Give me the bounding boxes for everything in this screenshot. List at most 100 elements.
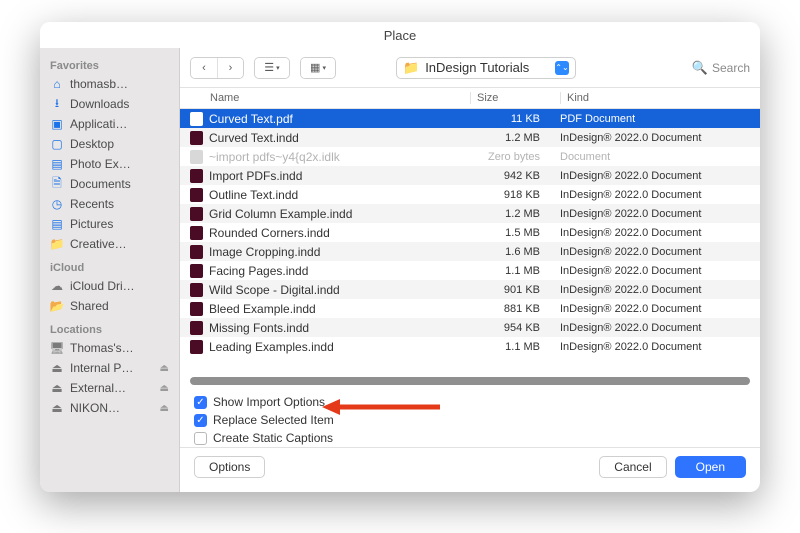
clock-icon: ◷ [50,197,64,211]
file-name: Curved Text.indd [209,131,299,145]
col-name[interactable]: Name [210,92,470,104]
file-type-icon [190,169,203,183]
file-type-icon [190,321,203,335]
sidebar-item-label: External… [70,381,154,395]
sidebar-item-label: Downloads [70,97,169,111]
eject-icon[interactable]: ⏏ [160,403,169,414]
window-title: Place [384,28,417,43]
opt-label: Show Import Options [213,395,325,409]
file-row[interactable]: Curved Text.pdf11 KBPDF Document [180,109,760,128]
sidebar-item-label: NIKON… [70,401,154,415]
col-size[interactable]: Size [470,92,560,104]
forward-button[interactable]: › [217,58,243,78]
sidebar-item-label: Shared [70,299,169,313]
sidebar-item[interactable]: ▢Desktop [40,134,179,154]
sidebar-item[interactable]: ◷Recents [40,194,179,214]
file-row[interactable]: Import PDFs.indd942 KBInDesign® 2022.0 D… [180,166,760,185]
sidebar-item[interactable]: 📂 Shared [40,296,179,316]
file-size: 11 KB [470,113,560,125]
sidebar-section: Locations [40,316,179,338]
file-type-icon [190,207,203,221]
file-type-icon [190,131,203,145]
search-icon: 🔍 [692,60,708,76]
nav-buttons: ‹ › [190,57,244,79]
file-kind: InDesign® 2022.0 Document [560,170,760,182]
sidebar-item[interactable]: ☁ iCloud Dri… [40,276,179,296]
sidebar-item[interactable]: ▤Pictures [40,214,179,234]
file-row[interactable]: ~import pdfs~y4{q2x.idlkZero bytesDocume… [180,147,760,166]
file-row[interactable]: Image Cropping.indd1.6 MBInDesign® 2022.… [180,242,760,261]
file-row[interactable]: Leading Examples.indd1.1 MBInDesign® 202… [180,337,760,356]
sidebar-item[interactable]: 🖥Thomas's… [40,338,179,358]
disk-icon: ⏏ [50,401,64,415]
search-field[interactable]: 🔍 Search [692,60,750,76]
shared-icon: 📂 [50,299,64,313]
path-popup[interactable]: 📁 InDesign Tutorials ⌃⌄ [396,57,576,79]
disk-icon: ⏏ [50,381,64,395]
checkbox-icon: ✓ [194,396,207,409]
file-row[interactable]: Grid Column Example.indd1.2 MBInDesign® … [180,204,760,223]
eject-icon[interactable]: ⏏ [160,363,169,374]
sidebar-item[interactable]: 📁Creative… [40,234,179,254]
sidebar-item-label: Desktop [70,137,169,151]
sidebar-item-label: Pictures [70,217,169,231]
sidebar-item-label: thomasb… [70,77,169,91]
back-button[interactable]: ‹ [191,58,217,78]
file-type-icon [190,264,203,278]
dialog-body: Favorites⌂thomasb…⭳Downloads▣Applicati…▢… [40,48,760,492]
disk-icon: ⏏ [50,361,64,375]
cloud-icon: ☁ [50,279,64,293]
file-kind: InDesign® 2022.0 Document [560,284,760,296]
cancel-button[interactable]: Cancel [599,456,666,478]
main-panel: ‹ › ☰ ▾ ▦ ▾ 📁 InDesign Tutorials ⌃⌄ 🔍 Se… [180,48,760,492]
file-type-icon [190,188,203,202]
opt-label: Replace Selected Item [213,413,334,427]
file-row[interactable]: Outline Text.indd918 KBInDesign® 2022.0 … [180,185,760,204]
file-name: Import PDFs.indd [209,169,302,183]
place-dialog: Place Favorites⌂thomasb…⭳Downloads▣Appli… [40,22,760,492]
eject-icon[interactable]: ⏏ [160,383,169,394]
file-type-icon [190,150,203,164]
file-row[interactable]: Missing Fonts.indd954 KBInDesign® 2022.0… [180,318,760,337]
sidebar-item-label: iCloud Dri… [70,279,169,293]
sidebar-item[interactable]: ⏏ NIKON… ⏏ [40,398,179,418]
sidebar-item[interactable]: ▤Photo Ex… [40,154,179,174]
file-size: 1.1 MB [470,341,560,353]
opt-show-import[interactable]: ✓ Show Import Options [194,393,746,411]
file-row[interactable]: Wild Scope - Digital.indd901 KBInDesign®… [180,280,760,299]
file-kind: InDesign® 2022.0 Document [560,265,760,277]
path-label: InDesign Tutorials [425,60,529,75]
file-row[interactable]: Rounded Corners.indd1.5 MBInDesign® 2022… [180,223,760,242]
view-grid-button[interactable]: ▦ ▾ [300,57,336,79]
file-name: Outline Text.indd [209,188,298,202]
checkbox-icon: ✓ [194,414,207,427]
opt-replace-selected[interactable]: ✓ Replace Selected Item [194,411,746,429]
options-button[interactable]: Options [194,456,265,478]
sidebar-item[interactable]: ⭳ Downloads [40,94,179,114]
opt-static-captions[interactable]: Create Static Captions [194,429,746,447]
file-name: Image Cropping.indd [209,245,320,259]
file-size: 1.1 MB [470,265,560,277]
file-kind: InDesign® 2022.0 Document [560,208,760,220]
file-row[interactable]: Bleed Example.indd881 KBInDesign® 2022.0… [180,299,760,318]
sidebar-item[interactable]: 🗎 Documents [40,174,179,194]
sidebar-item[interactable]: ⏏Internal P…⏏ [40,358,179,378]
file-kind: InDesign® 2022.0 Document [560,322,760,334]
view-list-button[interactable]: ☰ ▾ [254,57,290,79]
open-button[interactable]: Open [675,456,746,478]
horizontal-scrollbar[interactable] [190,377,750,385]
doc-icon: 🗎 [50,177,64,191]
file-list: Name Size Kind Curved Text.pdf11 KBPDF D… [180,88,760,387]
home-icon: ⌂ [50,77,64,91]
col-kind[interactable]: Kind [560,92,760,104]
file-row[interactable]: Curved Text.indd1.2 MBInDesign® 2022.0 D… [180,128,760,147]
photo-icon: ▤ [50,157,64,171]
file-kind: PDF Document [560,113,760,125]
sidebar-item[interactable]: ⌂ thomasb… [40,74,179,94]
sidebar-item-label: Documents [70,177,169,191]
download-icon: ⭳ [50,97,64,111]
file-row[interactable]: Facing Pages.indd1.1 MBInDesign® 2022.0 … [180,261,760,280]
sidebar-item[interactable]: ▣Applicati… [40,114,179,134]
sidebar-item[interactable]: ⏏ External… ⏏ [40,378,179,398]
file-kind: InDesign® 2022.0 Document [560,227,760,239]
